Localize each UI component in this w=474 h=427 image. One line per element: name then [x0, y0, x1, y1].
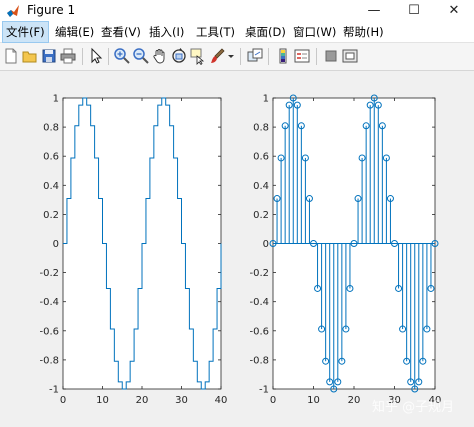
y-tick-label: -0.6	[39, 326, 59, 337]
save-icon[interactable]	[40, 47, 58, 65]
x-tick-label: 20	[136, 395, 149, 406]
toolbar-separator	[82, 48, 83, 65]
x-tick-label: 0	[270, 395, 276, 406]
y-tick-label: -1	[259, 385, 269, 396]
menu-desktop[interactable]: 桌面(D)	[242, 22, 289, 42]
menu-file[interactable]: 文件(F)	[2, 21, 49, 43]
x-tick-label: 20	[348, 395, 361, 406]
y-tick-label: 0	[53, 239, 59, 250]
window-title: Figure 1	[27, 3, 76, 17]
y-tick-label: 0.2	[43, 210, 59, 221]
y-tick-label: 0.4	[43, 181, 59, 192]
matlab-logo-icon	[7, 5, 19, 17]
toolbar-separator	[240, 48, 241, 65]
y-tick-label: 1	[263, 94, 269, 105]
zoom-out-icon[interactable]	[132, 47, 150, 65]
x-tick-label: 10	[96, 395, 109, 406]
menu-view[interactable]: 查看(V)	[98, 22, 144, 42]
menu-window[interactable]: 窗口(W)	[290, 22, 339, 42]
menu-bar: 文件(F) 编辑(E) 查看(V) 插入(I) 工具(T) 桌面(D) 窗口(W…	[0, 21, 474, 43]
stem-axes[interactable]: 10.80.60.40.20-0.2-0.4-0.6-0.8-10 10 20 30 4…	[249, 94, 441, 407]
toolbar-separator	[316, 48, 317, 65]
y-tick-label: -0.2	[39, 268, 59, 279]
x-tick-label: 0	[60, 395, 66, 406]
y-tick-label: -0.8	[39, 355, 59, 366]
brush-icon[interactable]	[208, 47, 226, 65]
x-tick-label: 10	[307, 395, 320, 406]
toolbar-separator	[108, 48, 109, 65]
watermark-text: 知乎 @子规月	[372, 399, 454, 415]
y-tick-label: 0.8	[43, 123, 59, 134]
menu-edit[interactable]: 编辑(E)	[52, 22, 97, 42]
y-tick-label: 0.2	[253, 210, 269, 221]
new-file-icon[interactable]	[2, 47, 20, 65]
data-cursor-icon[interactable]	[189, 47, 207, 65]
hide-plot-tools-icon[interactable]	[322, 47, 340, 65]
y-tick-label: -1	[49, 385, 59, 396]
brush-dropdown-icon[interactable]	[226, 47, 236, 65]
y-tick-label: 0.6	[253, 152, 269, 163]
y-tick-label: 0.8	[253, 123, 269, 134]
y-tick-label: -0.8	[249, 355, 269, 366]
pan-hand-icon[interactable]	[151, 47, 169, 65]
figure-toolbar	[0, 43, 474, 71]
open-folder-icon[interactable]	[21, 47, 39, 65]
x-tick-label: 30	[175, 395, 188, 406]
y-tick-label: -0.4	[39, 297, 59, 308]
y-tick-label: 0.6	[43, 152, 59, 163]
y-tick-label: 0.4	[253, 181, 269, 192]
pointer-icon[interactable]	[87, 47, 105, 65]
menu-help[interactable]: 帮助(H)	[340, 22, 387, 42]
zoom-in-icon[interactable]	[113, 47, 131, 65]
y-tick-label: -0.4	[249, 297, 269, 308]
figure-plots: 10.80.60.40.20-0.2-0.4-0.6-0.8-10 10 20 30 4…	[39, 94, 454, 416]
link-plot-icon[interactable]	[246, 47, 264, 65]
menu-tools[interactable]: 工具(T)	[193, 22, 238, 42]
y-tick-label: 1	[53, 94, 59, 105]
colorbar-icon[interactable]	[274, 47, 292, 65]
show-plot-tools-icon[interactable]	[341, 47, 359, 65]
toolbar-separator	[268, 48, 269, 65]
title-bar: Figure 1 — ☐ ✕	[0, 0, 474, 22]
y-tick-label: -0.6	[249, 326, 269, 337]
minimize-button[interactable]: —	[354, 0, 394, 22]
print-icon[interactable]	[59, 47, 77, 65]
stairs-axes[interactable]: 10.80.60.40.20-0.2-0.4-0.6-0.8-10 10 20 30 4…	[39, 94, 227, 407]
close-button[interactable]: ✕	[434, 0, 474, 22]
y-tick-label: -0.2	[249, 268, 269, 279]
legend-icon[interactable]	[293, 47, 311, 65]
y-tick-label: 0	[263, 239, 269, 250]
maximize-button[interactable]: ☐	[394, 0, 434, 22]
rotate-3d-icon[interactable]	[170, 47, 188, 65]
menu-insert[interactable]: 插入(I)	[146, 22, 187, 42]
x-tick-label: 40	[215, 395, 228, 406]
